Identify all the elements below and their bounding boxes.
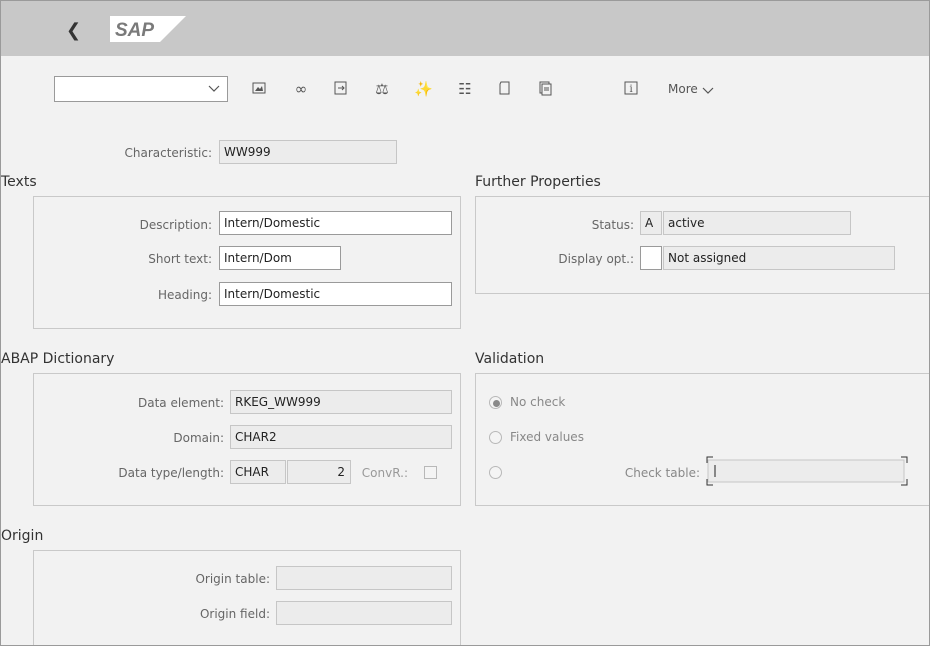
more-label: More [668,82,698,96]
origin-group [33,550,461,646]
transfer-icon[interactable] [332,80,350,98]
fixed-values-label: Fixed values [510,430,584,444]
abap-dictionary-title: ABAP Dictionary [1,351,115,367]
domain-field: CHAR2 [230,425,452,449]
data-type-field: CHAR [230,460,286,484]
origin-field-label: Origin field: [199,607,270,621]
check-table-radio[interactable] [489,466,502,479]
display-opt-text-field: Not assigned [663,246,895,270]
document-icon[interactable] [496,80,514,98]
magic-wand-icon[interactable]: ✨ [414,80,433,98]
heading-input[interactable]: Intern/Domestic [219,282,452,306]
status-code-field: A [640,211,662,235]
convr-label: ConvR.: [361,466,408,480]
validation-title: Validation [475,351,545,367]
hierarchy-icon[interactable]: ☷ [456,80,474,98]
short-text-label: Short text: [148,252,212,266]
convr-checkbox[interactable] [424,466,437,479]
origin-table-field [276,566,452,590]
origin-table-label: Origin table: [195,572,270,586]
chevron-down-icon [208,85,220,92]
focus-brackets [706,456,908,486]
display-opt-label: Display opt.: [558,252,634,266]
data-element-label: Data element: [138,396,224,410]
status-label: Status: [591,218,634,232]
balance-icon[interactable]: ⚖ [373,80,391,98]
origin-title: Origin [1,528,44,544]
description-input[interactable]: Intern/Domestic [219,211,452,235]
svg-text:i: i [630,84,633,95]
texts-section-title: Texts [1,174,37,190]
description-label: Description: [139,218,212,232]
fixed-values-radio[interactable] [489,431,502,444]
chevron-down-icon [702,87,714,94]
sap-logo: SAP [110,16,186,42]
characteristic-label: Characteristic: [124,146,212,160]
short-text-input[interactable]: Intern/Dom [219,246,341,270]
back-icon[interactable]: ❮ [66,20,81,41]
further-properties-title: Further Properties [475,174,601,190]
glasses-icon[interactable]: ∞ [292,80,310,98]
command-field-select[interactable] [54,76,228,102]
more-menu[interactable]: More [668,82,714,96]
heading-label: Heading: [158,288,212,302]
no-check-radio[interactable] [489,396,502,409]
origin-field-field [276,601,452,625]
info-icon[interactable]: i [622,80,640,98]
characteristic-field: WW999 [219,140,397,164]
length-field: 2 [287,460,351,484]
display-opt-input[interactable] [640,246,662,270]
status-text-field: active [663,211,851,235]
data-element-field: RKEG_WW999 [230,390,452,414]
copy-document-icon[interactable] [536,80,554,98]
check-table-label: Check table: [624,466,700,480]
no-check-label: No check [510,395,566,409]
logo-text: SAP [115,20,154,41]
data-type-length-label: Data type/length: [118,466,224,480]
domain-label: Domain: [173,431,224,445]
check-table-input[interactable] [706,456,908,486]
image-icon[interactable] [250,80,268,98]
